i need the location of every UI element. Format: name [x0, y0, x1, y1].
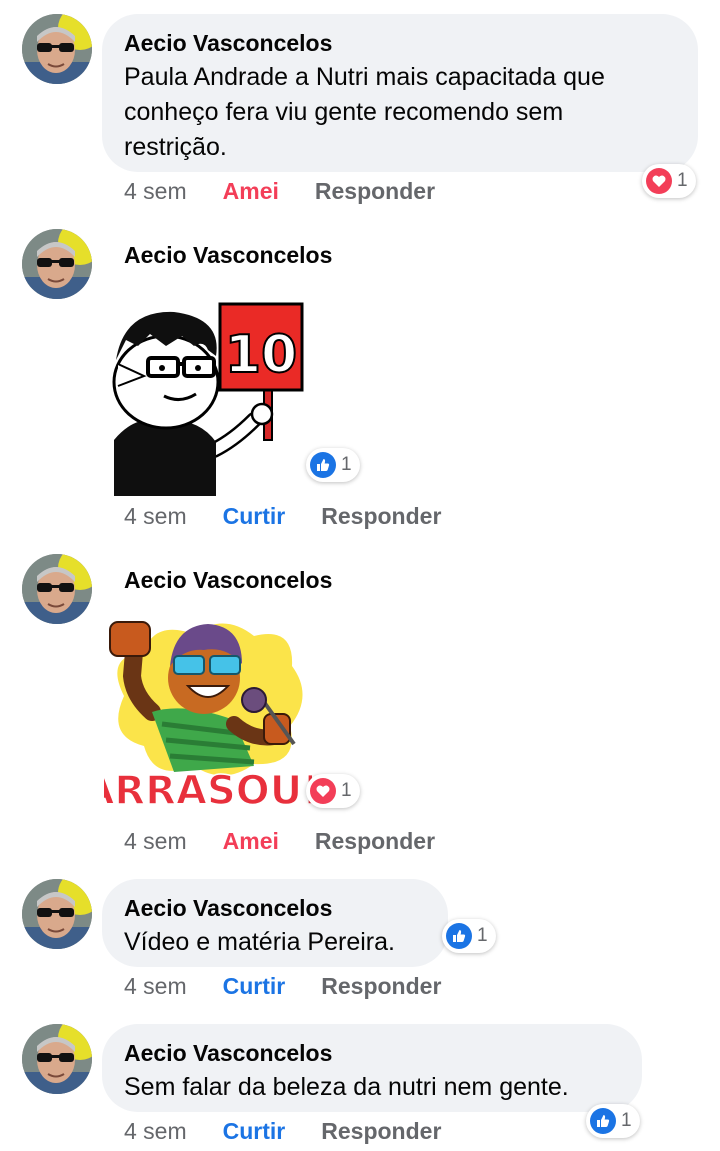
timestamp[interactable]: 4 sem: [124, 503, 187, 530]
like-reaction-button[interactable]: Curtir: [223, 503, 286, 530]
thumbs-up-icon: [310, 452, 336, 478]
reaction-count: 1: [621, 1110, 632, 1131]
heart-icon: [310, 778, 336, 804]
thumbs-up-icon: [446, 923, 472, 949]
comment-text: Paula Andrade a Nutri mais capacitada qu…: [124, 63, 605, 161]
reaction-count: 1: [341, 454, 352, 475]
avatar[interactable]: [22, 879, 92, 949]
reply-button[interactable]: Responder: [321, 503, 441, 530]
sticker-arrasou[interactable]: ARRASOU!: [83, 616, 321, 815]
comment-author[interactable]: Aecio Vasconcelos: [124, 1038, 620, 1068]
comment-actions: 4 sem Amei Responder: [124, 825, 435, 857]
reaction-count-badge[interactable]: 1: [306, 448, 360, 482]
comment-header: Aecio Vasconcelos: [124, 240, 332, 270]
love-reaction-button[interactable]: Amei: [223, 828, 279, 855]
timestamp[interactable]: 4 sem: [124, 828, 187, 855]
avatar[interactable]: [22, 1024, 92, 1094]
timestamp[interactable]: 4 sem: [124, 1118, 187, 1145]
comment-text: Sem falar da beleza da nutri nem gente.: [124, 1073, 569, 1101]
like-reaction-button[interactable]: Curtir: [223, 1118, 286, 1145]
sticker-text: ARRASOU!: [104, 768, 312, 812]
comment-author[interactable]: Aecio Vasconcelos: [124, 240, 332, 270]
reply-button[interactable]: Responder: [315, 828, 435, 855]
sticker-sign-text: 10: [225, 325, 297, 385]
reaction-count-badge[interactable]: 1: [442, 919, 496, 953]
heart-icon: [646, 168, 672, 194]
reply-button[interactable]: Responder: [315, 178, 435, 205]
timestamp[interactable]: 4 sem: [124, 973, 187, 1000]
timestamp[interactable]: 4 sem: [124, 178, 187, 205]
comment-text: Vídeo e matéria Pereira.: [124, 928, 395, 956]
comment-actions: 4 sem Curtir Responder: [124, 500, 441, 532]
reply-button[interactable]: Responder: [321, 1118, 441, 1145]
thumbs-up-icon: [590, 1108, 616, 1134]
like-reaction-button[interactable]: Curtir: [223, 973, 286, 1000]
comment-bubble: Aecio Vasconcelos Sem falar da beleza da…: [102, 1024, 642, 1112]
reaction-count: 1: [341, 780, 352, 801]
avatar[interactable]: [22, 14, 92, 84]
avatar[interactable]: [22, 229, 92, 299]
love-reaction-button[interactable]: Amei: [223, 178, 279, 205]
comment-author[interactable]: Aecio Vasconcelos: [124, 565, 332, 595]
reply-button[interactable]: Responder: [321, 973, 441, 1000]
avatar[interactable]: [22, 554, 92, 624]
reaction-count-badge[interactable]: 1: [586, 1104, 640, 1138]
comment-bubble: Aecio Vasconcelos Paula Andrade a Nutri …: [102, 14, 698, 172]
comment-bubble: Aecio Vasconcelos Vídeo e matéria Pereir…: [102, 879, 448, 967]
reaction-count-badge[interactable]: 1: [642, 164, 696, 198]
comment-author[interactable]: Aecio Vasconcelos: [124, 893, 426, 923]
comment-actions: 4 sem Amei Responder: [124, 175, 435, 207]
comment-author[interactable]: Aecio Vasconcelos: [124, 28, 676, 58]
sticker-10-score[interactable]: 10: [104, 300, 304, 496]
comment-actions: 4 sem Curtir Responder: [124, 970, 441, 1002]
reaction-count-badge[interactable]: 1: [306, 774, 360, 808]
reaction-count: 1: [477, 925, 488, 946]
comment-header: Aecio Vasconcelos: [124, 565, 332, 595]
comment-actions: 4 sem Curtir Responder: [124, 1115, 441, 1147]
reaction-count: 1: [677, 170, 688, 191]
